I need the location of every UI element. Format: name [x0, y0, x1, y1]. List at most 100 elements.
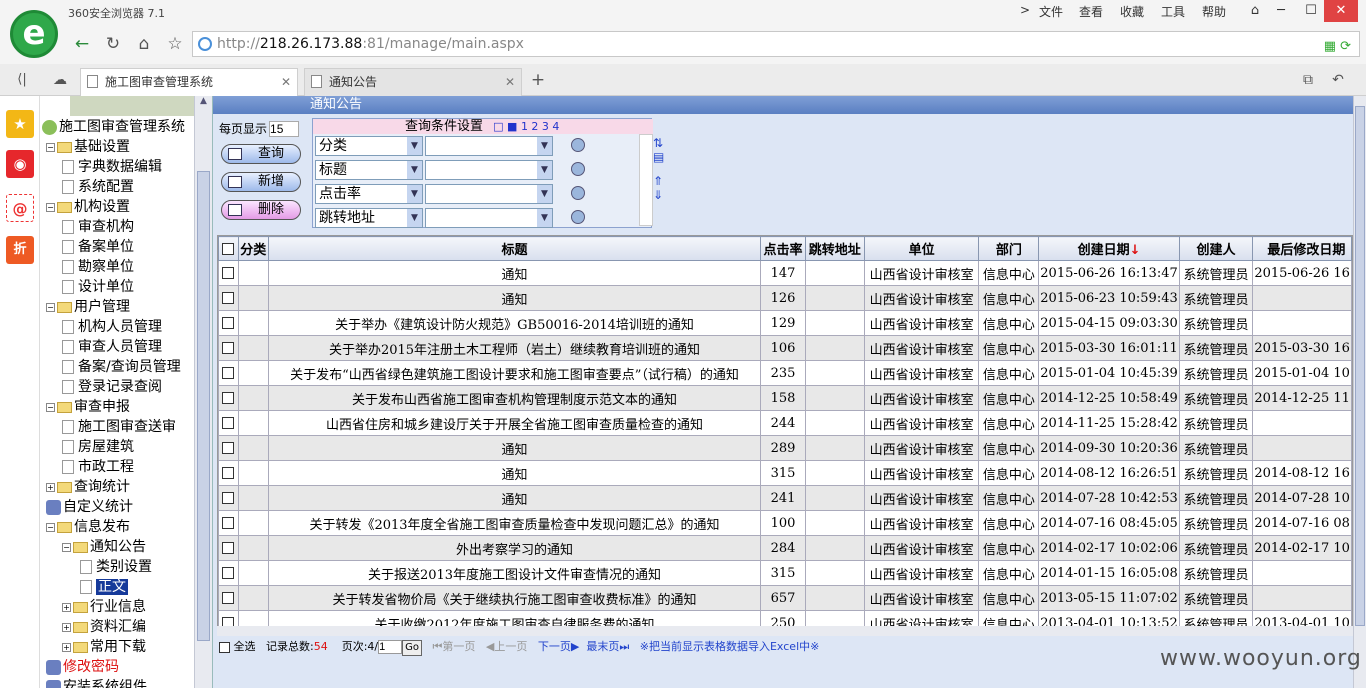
table-row[interactable]: 关于举办《建筑设计防火规范》GB50016-2014培训班的通知 129 山西省设计…: [218, 310, 1352, 336]
table-row[interactable]: 通知 126 山西省设计审核室 信息中心 2015-06-23 10:59:43 系统管理…: [218, 285, 1352, 311]
table-row[interactable]: 关于发布山西省施工图审查机构管理制度示范文本的通知 158 山西省设计审核室 信息中心…: [218, 385, 1352, 411]
menu-view[interactable]: 查看: [1079, 3, 1103, 20]
col-category[interactable]: 分类: [237, 236, 269, 261]
table-row[interactable]: 关于转发《2013年度全省施工图审查质量检查中发现问题汇总》的通知 100 山西省设…: [218, 510, 1352, 536]
expand-toggle-icon[interactable]: +: [62, 622, 71, 632]
row-checkbox[interactable]: [222, 342, 235, 354]
cell-title[interactable]: 关于转发省物价局《关于继续执行施工图审查收费标准》的通知: [267, 585, 762, 611]
condition-field-select[interactable]: 分类 ▼: [315, 136, 423, 156]
row-checkbox[interactable]: [222, 392, 235, 404]
tree-node[interactable]: 系统配置: [62, 177, 134, 197]
row-select-cell[interactable]: [218, 310, 239, 336]
maximize-button[interactable]: ☐: [1294, 0, 1328, 22]
tree-scrollbar[interactable]: ▲: [194, 96, 212, 688]
col-unit[interactable]: 单位: [863, 236, 980, 261]
tree-node[interactable]: − 信息发布: [46, 517, 130, 537]
expand-toggle-icon[interactable]: −: [46, 142, 55, 152]
cell-title[interactable]: 山西省住房和城乡建设厅关于开展全省施工图审查质量检查的通知: [267, 410, 762, 436]
tab-close-icon[interactable]: ✕: [505, 69, 515, 95]
condition-value-select[interactable]: ▼: [425, 184, 553, 204]
cell-title[interactable]: 关于举办2015年注册土木工程师（岩土）继续教育培训班的通知: [267, 335, 762, 361]
select-all-footer-checkbox[interactable]: [219, 641, 230, 653]
undo-close-icon[interactable]: ↶: [1326, 68, 1350, 92]
tree-node[interactable]: 备案/查询员管理: [62, 357, 181, 377]
tab-notice[interactable]: 通知公告 ✕: [304, 68, 522, 96]
swap-icon[interactable]: ⇅: [653, 136, 667, 150]
row-select-cell[interactable]: [218, 410, 239, 436]
add-button[interactable]: 新增: [221, 172, 301, 192]
tree-root[interactable]: 施工图审查管理系统: [42, 117, 185, 137]
col-clicks[interactable]: 点击率: [760, 236, 806, 261]
condition-go-icon[interactable]: [571, 162, 585, 176]
row-select-cell[interactable]: [218, 585, 239, 611]
tree-node[interactable]: − 基础设置: [46, 137, 130, 157]
address-bar[interactable]: http://218.26.173.88:81/manage/main.aspx…: [192, 31, 1360, 57]
minimize-button[interactable]: ─: [1264, 0, 1298, 22]
cell-title[interactable]: 关于发布“山西省绿色建筑施工图设计要求和施工图审查要点”（试行稿）的通知: [267, 360, 762, 386]
expand-toggle-icon[interactable]: +: [62, 642, 71, 652]
table-row[interactable]: 关于报送2013年度施工图设计文件审查情况的通知 315 山西省设计审核室 信息中心 2…: [218, 560, 1352, 586]
tree-node[interactable]: + 行业信息: [62, 597, 146, 617]
tree-node[interactable]: 审查人员管理: [62, 337, 162, 357]
row-checkbox[interactable]: [222, 492, 235, 504]
col-modified[interactable]: 最后修改日期: [1252, 236, 1352, 261]
row-select-cell[interactable]: [218, 335, 239, 361]
table-row[interactable]: 通知 241 山西省设计审核室 信息中心 2014-07-28 10:42:53 系统管理…: [218, 485, 1352, 511]
cell-title[interactable]: 关于举办《建筑设计防火规范》GB50016-2014培训班的通知: [267, 310, 762, 336]
table-hscrollbar[interactable]: [217, 626, 1353, 636]
home-icon[interactable]: ⌂: [132, 32, 156, 56]
row-checkbox[interactable]: [222, 542, 235, 554]
qrcode-icon[interactable]: ▦ ⟳: [1324, 35, 1351, 59]
condition-field-select[interactable]: 标题 ▼: [315, 160, 423, 180]
expand-toggle-icon[interactable]: −: [46, 302, 55, 312]
tree-node[interactable]: 备案单位: [62, 237, 134, 257]
tree-node[interactable]: 审查机构: [62, 217, 134, 237]
cell-title[interactable]: 外出考察学习的通知: [267, 535, 762, 561]
next-page-link[interactable]: 下一页: [538, 640, 571, 653]
conditions-scrollbar[interactable]: [639, 134, 653, 226]
tree-node[interactable]: 房屋建筑: [62, 437, 134, 457]
menu-file[interactable]: 文件: [1039, 3, 1063, 20]
table-row[interactable]: 关于举办2015年注册土木工程师（岩土）继续教育培训班的通知 106 山西省设计审核…: [218, 335, 1352, 361]
cell-title[interactable]: 通知: [267, 485, 762, 511]
weibo-icon[interactable]: ◉: [6, 150, 34, 178]
cell-title[interactable]: 关于发布山西省施工图审查机构管理制度示范文本的通知: [267, 385, 762, 411]
condition-go-icon[interactable]: [571, 138, 585, 152]
per-page-input[interactable]: [269, 121, 300, 137]
main-scrollbar[interactable]: [1353, 96, 1366, 688]
select-all-checkbox[interactable]: [222, 242, 235, 255]
copy-icon[interactable]: ▤: [653, 150, 667, 164]
refresh-icon[interactable]: ↻: [101, 32, 125, 56]
tree-node[interactable]: 自定义统计: [46, 497, 133, 517]
query-button[interactable]: 查询: [221, 144, 301, 164]
page-number-input[interactable]: [378, 640, 403, 654]
back-icon[interactable]: ←: [70, 32, 94, 56]
row-select-cell[interactable]: [218, 560, 239, 586]
row-select-cell[interactable]: [218, 435, 239, 461]
condition-value-select[interactable]: ▼: [425, 136, 553, 156]
tree-node[interactable]: − 审查申报: [46, 397, 130, 417]
close-window-button[interactable]: ✕: [1324, 0, 1358, 22]
expand-toggle-icon[interactable]: +: [46, 482, 55, 492]
new-tab-button[interactable]: +: [526, 68, 550, 92]
tree-node[interactable]: 市政工程: [62, 457, 134, 477]
row-checkbox[interactable]: [222, 367, 235, 379]
table-row[interactable]: 关于转发省物价局《关于继续执行施工图审查收费标准》的通知 657 山西省设计审核室信…: [218, 585, 1352, 611]
cell-title[interactable]: 通知: [267, 285, 762, 311]
tree-node[interactable]: − 用户管理: [46, 297, 130, 317]
row-select-cell[interactable]: [218, 285, 239, 311]
tab-list-icon[interactable]: ⧉: [1296, 68, 1320, 92]
condition-value-select[interactable]: ▼: [425, 208, 553, 228]
menu-help[interactable]: 帮助: [1202, 3, 1226, 20]
condition-field-select[interactable]: 跳转地址 ▼: [315, 208, 423, 228]
tree-node[interactable]: 设计单位: [62, 277, 134, 297]
tree-node[interactable]: + 资料汇编: [62, 617, 146, 637]
row-checkbox[interactable]: [222, 267, 235, 279]
condition-go-icon[interactable]: [571, 186, 585, 200]
col-title[interactable]: 标题: [267, 236, 762, 261]
cell-title[interactable]: 通知: [267, 435, 762, 461]
cell-title[interactable]: 通知: [267, 260, 762, 286]
table-row[interactable]: 通知 315 山西省设计审核室 信息中心 2014-08-12 16:26:51 系统管理…: [218, 460, 1352, 486]
tree-node[interactable]: 类别设置: [80, 557, 152, 577]
tree-node[interactable]: 字典数据编辑: [62, 157, 162, 177]
